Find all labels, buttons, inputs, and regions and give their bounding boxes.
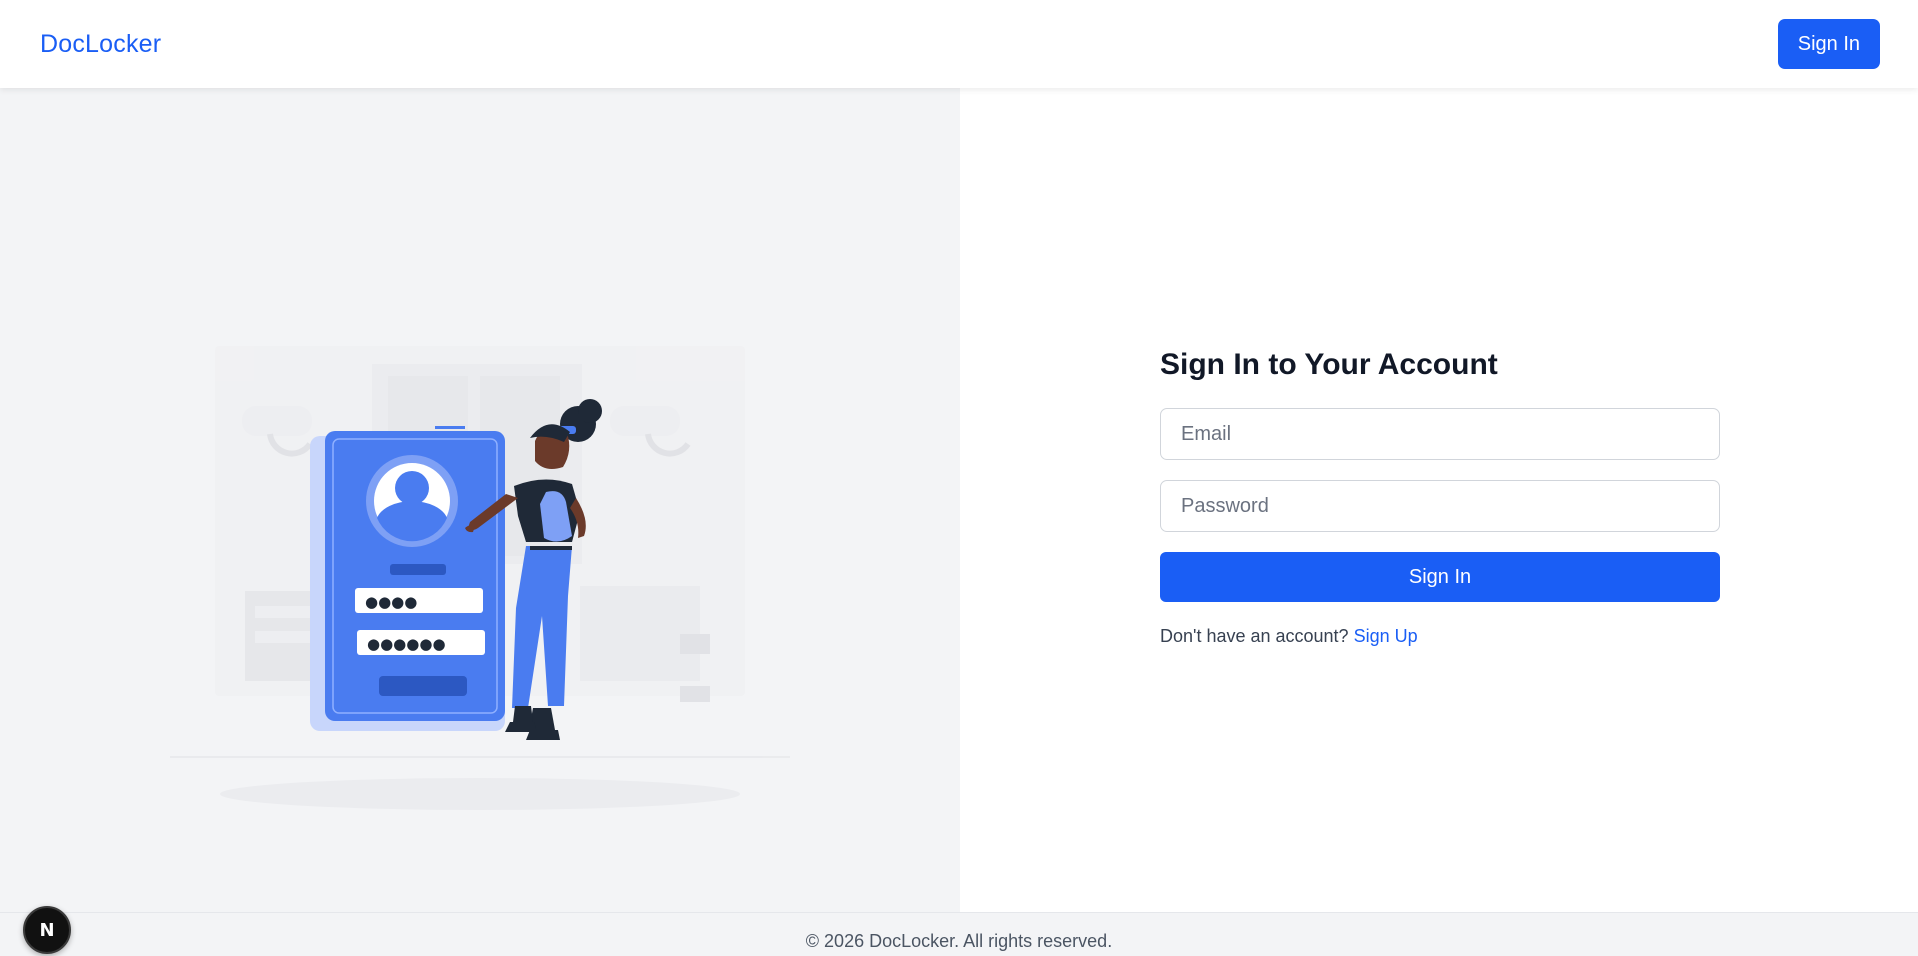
form-title: Sign In to Your Account bbox=[1160, 348, 1498, 381]
signin-form: Sign In to Your Account Sign In Don't ha… bbox=[1160, 348, 1720, 647]
illustration-pane: ●●●● ●●●●●● bbox=[0, 88, 960, 912]
svg-text:N: N bbox=[39, 920, 54, 941]
signin-pane: Sign In to Your Account Sign In Don't ha… bbox=[960, 88, 1918, 912]
signup-row: Don't have an account? Sign Up bbox=[1160, 626, 1720, 647]
signup-prompt: Don't have an account? bbox=[1160, 626, 1349, 646]
signup-link[interactable]: Sign Up bbox=[1354, 626, 1418, 646]
svg-text:●●●●: ●●●● bbox=[365, 593, 417, 611]
svg-text:●●●●●●: ●●●●●● bbox=[367, 635, 446, 653]
nextjs-dev-badge[interactable]: N bbox=[23, 906, 71, 954]
navbar: DocLocker Sign In bbox=[0, 0, 1918, 88]
footer: © 2026 DocLocker. All rights reserved. bbox=[0, 912, 1918, 956]
footer-copyright: © 2026 DocLocker. All rights reserved. bbox=[805, 931, 1113, 951]
nextjs-logo-icon: N bbox=[39, 920, 54, 941]
email-field[interactable] bbox=[1160, 408, 1720, 460]
login-illustration: ●●●● ●●●●●● bbox=[170, 346, 790, 810]
user-avatar-icon bbox=[366, 455, 458, 547]
brand-logo-link[interactable]: DocLocker bbox=[40, 30, 161, 59]
password-field[interactable] bbox=[1160, 480, 1720, 532]
nav-signin-button[interactable]: Sign In bbox=[1777, 19, 1880, 69]
signin-submit-button[interactable]: Sign In bbox=[1160, 552, 1720, 602]
